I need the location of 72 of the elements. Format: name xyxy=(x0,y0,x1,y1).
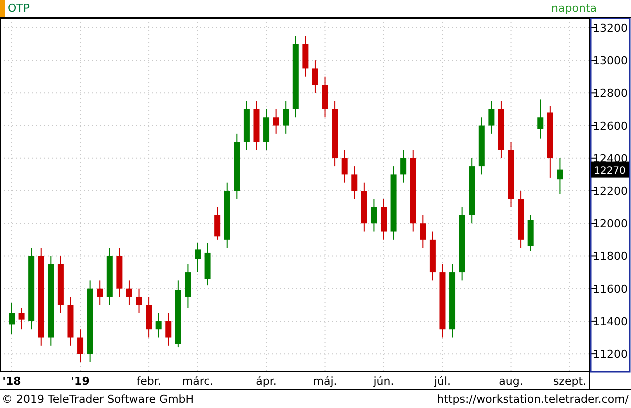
candle xyxy=(146,296,152,338)
candle xyxy=(528,214,534,252)
candle xyxy=(136,288,142,314)
candle xyxy=(18,308,25,330)
candle xyxy=(58,256,64,314)
candle xyxy=(244,100,250,151)
axis-label: 13000 xyxy=(593,54,628,68)
axis-label: '18 xyxy=(2,375,22,388)
candle xyxy=(469,158,476,224)
axis-label: júl. xyxy=(434,375,452,388)
candle xyxy=(361,182,368,232)
axis-label: 12200 xyxy=(593,185,628,198)
candle xyxy=(175,280,182,348)
candle xyxy=(106,248,113,306)
candle xyxy=(185,264,192,309)
candle xyxy=(352,166,358,200)
candle xyxy=(488,100,495,134)
candle xyxy=(538,99,544,140)
price-label: 12270 xyxy=(591,162,629,178)
axis-label: máj. xyxy=(313,375,338,388)
candle xyxy=(342,150,348,184)
candle xyxy=(312,60,318,94)
axis-label: szept. xyxy=(553,375,587,388)
candle xyxy=(78,329,84,363)
axis-label: 13200 xyxy=(593,22,628,35)
axis-label: jún. xyxy=(374,375,394,388)
candle xyxy=(97,280,104,306)
candle xyxy=(371,198,378,232)
candle xyxy=(557,158,564,195)
axis-label: márc. xyxy=(182,375,214,388)
website-link[interactable]: https://workstation.teletrader.com/ xyxy=(437,392,629,406)
candle xyxy=(283,100,290,134)
candle xyxy=(116,248,123,298)
candle xyxy=(518,190,524,249)
axis-label: 12000 xyxy=(593,218,628,231)
symbol-label: OTP xyxy=(8,2,30,15)
axis-label: 12800 xyxy=(593,87,628,100)
candle xyxy=(214,206,221,240)
axis-label: '19 xyxy=(71,375,90,388)
axis-label: 11200 xyxy=(593,348,628,362)
axis-label: aug. xyxy=(499,375,524,388)
candle xyxy=(273,108,280,134)
candle xyxy=(302,36,309,78)
candle xyxy=(224,182,230,249)
copyright-text: © 2019 TeleTrader Software GmbH xyxy=(2,392,194,406)
candle xyxy=(381,198,387,240)
axis-label: 11800 xyxy=(593,250,628,264)
axis-label: ápr. xyxy=(256,375,277,388)
candle xyxy=(430,231,436,282)
candle xyxy=(400,150,407,184)
axis-label: 11400 xyxy=(593,315,628,328)
candle xyxy=(264,108,270,151)
axis-label: 12600 xyxy=(593,120,628,133)
candle xyxy=(166,312,172,346)
candle xyxy=(126,280,132,306)
candle xyxy=(195,242,201,274)
candle xyxy=(332,100,338,168)
candle xyxy=(498,100,504,159)
candle xyxy=(478,117,485,176)
axis-label: febr. xyxy=(136,375,162,388)
candle xyxy=(322,76,328,118)
marker-icon xyxy=(0,0,5,17)
candle xyxy=(254,100,260,151)
candle xyxy=(420,214,426,249)
candle xyxy=(156,312,162,338)
candle xyxy=(68,296,74,346)
candle xyxy=(9,303,15,335)
candle xyxy=(204,242,211,286)
interval-label: naponta xyxy=(552,2,597,15)
axis-label: 11600 xyxy=(593,282,628,296)
candle xyxy=(234,133,240,200)
candle xyxy=(508,142,514,208)
